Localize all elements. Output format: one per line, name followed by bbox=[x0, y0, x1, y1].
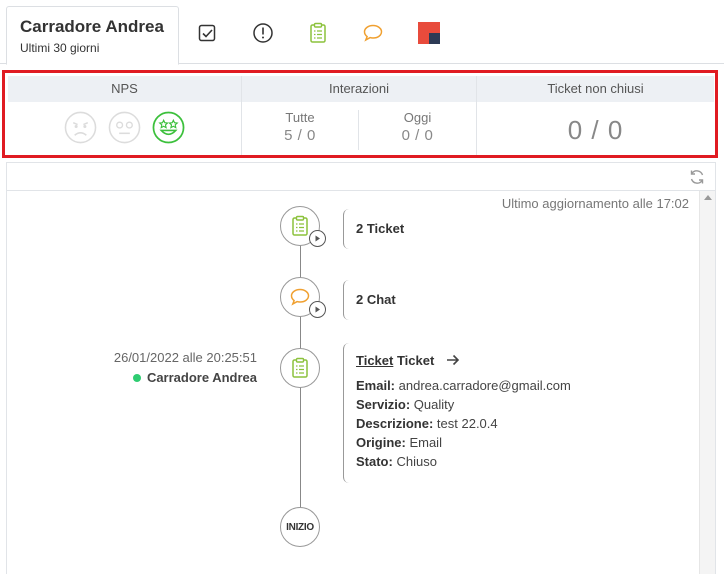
tab-bar: Carradore Andrea Ultimi 30 giorni bbox=[0, 0, 724, 65]
arrow-right-icon[interactable] bbox=[446, 354, 460, 369]
interactions-today: Oggi 0 / 0 bbox=[359, 110, 476, 150]
chat-bubble-icon[interactable] bbox=[362, 22, 384, 44]
interactions-today-label: Oggi bbox=[403, 110, 432, 125]
open-tickets-header: Ticket non chiusi bbox=[477, 76, 714, 102]
clipboard-icon[interactable] bbox=[307, 22, 329, 44]
play-icon[interactable] bbox=[309, 230, 326, 247]
ticket-field-email: Email: andrea.carradore@gmail.com bbox=[356, 378, 571, 394]
angry-face-icon[interactable] bbox=[64, 111, 97, 149]
scroll-up-arrow-icon[interactable] bbox=[704, 195, 712, 200]
interactions-all: Tutte 5 / 0 bbox=[242, 110, 359, 150]
last-updated-text: Ultimo aggiornamento alle 17:02 bbox=[501, 196, 689, 211]
online-status-dot bbox=[132, 373, 141, 382]
ticket-event-node[interactable] bbox=[280, 348, 320, 388]
ticket-group-card[interactable]: 2 Ticket bbox=[343, 209, 404, 249]
interactions-all-label: Tutte bbox=[285, 110, 315, 125]
nps-faces bbox=[8, 102, 241, 149]
interactions-today-value: 0 / 0 bbox=[401, 127, 434, 144]
contact-name: Carradore Andrea bbox=[20, 17, 164, 36]
neutral-face-icon[interactable] bbox=[108, 111, 141, 149]
clipboard-icon bbox=[292, 215, 308, 236]
nps-section: NPS bbox=[8, 76, 242, 156]
ticket-field-origin: Origine: Email bbox=[356, 435, 442, 451]
period-label: Ultimi 30 giorni bbox=[20, 41, 100, 55]
open-tickets-section: Ticket non chiusi 0 / 0 bbox=[477, 76, 714, 156]
ticket-field-service: Servizio: Quality bbox=[356, 397, 455, 413]
brand-logo-icon[interactable] bbox=[418, 22, 440, 44]
ticket-event-title: Ticket Ticket bbox=[356, 353, 571, 369]
clipboard-icon bbox=[292, 357, 308, 378]
happy-face-icon[interactable] bbox=[152, 111, 185, 149]
timeline-toolbar bbox=[7, 163, 715, 191]
tab-contact-summary[interactable]: Carradore Andrea Ultimi 30 giorni bbox=[6, 6, 179, 65]
ticket-link[interactable]: Ticket bbox=[356, 353, 393, 368]
nps-header: NPS bbox=[8, 76, 241, 102]
stats-summary: NPS Interazioni Tutte 5 / 0 Oggi 0 / 0 T… bbox=[8, 76, 714, 156]
timeline-start-node: INIZIO bbox=[280, 507, 320, 547]
ticket-field-status: Stato: Chiuso bbox=[356, 454, 437, 470]
refresh-icon[interactable] bbox=[687, 167, 707, 187]
chat-group-label: 2 Chat bbox=[356, 292, 396, 307]
chat-group-card[interactable]: 2 Chat bbox=[343, 280, 396, 320]
event-agent-name: Carradore Andrea bbox=[146, 370, 257, 385]
ticket-group-label: 2 Ticket bbox=[356, 221, 405, 236]
event-agent: Carradore Andrea bbox=[132, 370, 257, 385]
check-square-icon[interactable] bbox=[196, 22, 218, 44]
play-icon[interactable] bbox=[309, 301, 326, 318]
timeline-panel: Ultimo aggiornamento alle 17:02 2 Ticket… bbox=[6, 162, 716, 574]
ticket-title-rest: Ticket bbox=[393, 353, 435, 368]
interactions-header: Interazioni bbox=[242, 76, 476, 102]
timeline-start-label: INIZIO bbox=[286, 521, 314, 533]
chat-bubble-icon bbox=[290, 288, 310, 306]
scrollbar[interactable] bbox=[699, 191, 715, 574]
interactions-section: Interazioni Tutte 5 / 0 Oggi 0 / 0 bbox=[242, 76, 477, 156]
ticket-event-card: Ticket Ticket Email: andrea.carradore@gm… bbox=[343, 343, 571, 483]
interactions-all-value: 5 / 0 bbox=[284, 127, 316, 144]
ticket-field-description: Descrizione: test 22.0.4 bbox=[356, 416, 498, 432]
event-date: 26/01/2022 alle 20:25:51 bbox=[113, 350, 257, 365]
open-tickets-value: 0 / 0 bbox=[567, 115, 624, 145]
exclamation-circle-icon[interactable] bbox=[252, 22, 274, 44]
